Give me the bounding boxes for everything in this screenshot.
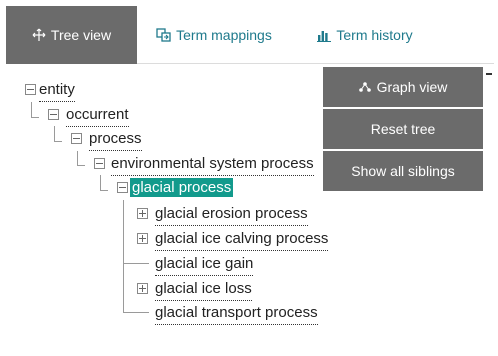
tree-node-label[interactable]: glacial ice gain xyxy=(155,255,254,276)
show-all-siblings-button[interactable]: Show all siblings xyxy=(323,151,483,191)
collapse-icon[interactable] xyxy=(117,182,128,193)
tree-node-label[interactable]: entity xyxy=(39,81,75,102)
tree-connector xyxy=(31,117,39,118)
tree-connector xyxy=(54,141,62,142)
show-all-siblings-label: Show all siblings xyxy=(351,163,455,179)
tree-connector xyxy=(100,190,108,191)
expand-icon[interactable] xyxy=(137,208,148,219)
graph-view-button[interactable]: Graph view xyxy=(323,67,483,107)
tree-node-label[interactable]: glacial transport process xyxy=(155,304,318,325)
collapse-icon[interactable] xyxy=(48,109,59,120)
panel-collapse-dash[interactable] xyxy=(486,73,492,75)
expand-icon[interactable] xyxy=(137,233,148,244)
tree-connector xyxy=(123,200,124,312)
tab-tree-view-label: Tree view xyxy=(50,27,112,43)
tree-node-label[interactable]: glacial ice loss xyxy=(155,280,252,301)
tab-bar: Tree view Term mappings Term history xyxy=(6,6,494,64)
tree-connector xyxy=(54,126,55,141)
term-history-icon xyxy=(317,29,332,42)
tree-node-label-selected[interactable]: glacial process xyxy=(130,178,234,197)
collapse-icon[interactable] xyxy=(25,84,36,95)
tree-connector xyxy=(31,102,32,117)
tree-node-label[interactable]: glacial erosion process xyxy=(155,205,308,226)
tab-term-mappings[interactable]: Term mappings xyxy=(149,6,279,64)
tab-term-history[interactable]: Term history xyxy=(301,6,429,64)
tree-node-label[interactable]: occurrent xyxy=(66,106,129,127)
expand-icon[interactable] xyxy=(137,283,148,294)
tree-node-glacial-ice-gain[interactable]: glacial ice gain xyxy=(137,255,254,276)
graph-view-icon xyxy=(358,82,371,92)
tree-node-entity[interactable]: entity xyxy=(25,81,75,102)
tree-node-glacial-process[interactable]: glacial process xyxy=(117,178,234,197)
tree-connector xyxy=(77,151,78,166)
tree-node-label[interactable]: process xyxy=(89,130,142,151)
graph-view-label: Graph view xyxy=(376,79,448,95)
tree-node-process[interactable]: process xyxy=(71,130,142,151)
reset-tree-label: Reset tree xyxy=(370,121,436,137)
tree-connector xyxy=(77,165,85,166)
tree-node-glacial-ice-calving-process[interactable]: glacial ice calving process xyxy=(137,230,329,251)
tree-node-environmental-system-process[interactable]: environmental system process xyxy=(94,155,314,176)
tree-node-label[interactable]: glacial ice calving process xyxy=(155,230,329,251)
reset-tree-button[interactable]: Reset tree xyxy=(323,109,483,149)
collapse-icon[interactable] xyxy=(71,133,82,144)
tree-options-panel: Graph view Reset tree Show all siblings xyxy=(323,67,483,193)
tab-term-history-label: Term history xyxy=(336,27,413,43)
term-mappings-icon xyxy=(156,28,171,42)
collapse-icon[interactable] xyxy=(94,158,105,169)
tree-node-glacial-transport-process[interactable]: glacial transport process xyxy=(137,304,318,325)
tab-tree-view[interactable]: Tree view xyxy=(6,6,137,64)
tree-node-glacial-erosion-process[interactable]: glacial erosion process xyxy=(137,205,308,226)
tree-node-glacial-ice-loss[interactable]: glacial ice loss xyxy=(137,280,252,301)
tree-view-icon xyxy=(32,28,46,42)
tree-node-label[interactable]: environmental system process xyxy=(111,155,314,176)
tab-term-mappings-label: Term mappings xyxy=(176,27,272,43)
tree-node-occurrent[interactable]: occurrent xyxy=(48,106,129,127)
tree-connector xyxy=(100,175,101,190)
